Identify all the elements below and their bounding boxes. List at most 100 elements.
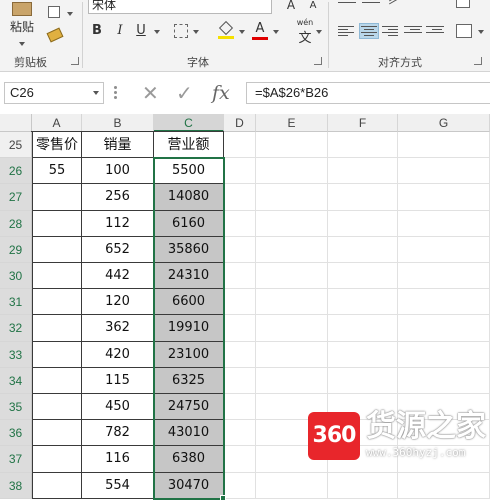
row-header-35[interactable]: 35 bbox=[0, 394, 32, 421]
row-header-25[interactable]: 25 bbox=[0, 132, 32, 159]
italic-button[interactable]: I bbox=[114, 22, 126, 40]
cell-c26[interactable]: 5500 bbox=[154, 158, 224, 185]
cell-f27[interactable] bbox=[328, 184, 398, 211]
copy-dropdown-icon[interactable] bbox=[67, 12, 73, 16]
cell-f34[interactable] bbox=[328, 367, 398, 394]
cell-d30[interactable] bbox=[224, 263, 256, 290]
name-box-dropdown-icon[interactable] bbox=[93, 91, 99, 95]
align-right-button[interactable] bbox=[382, 24, 400, 38]
align-top-button[interactable] bbox=[338, 0, 356, 8]
cell-b28[interactable]: 112 bbox=[82, 210, 154, 237]
cell-f30[interactable] bbox=[328, 263, 398, 290]
cell-d37[interactable] bbox=[224, 446, 256, 473]
insert-function-icon[interactable]: fx bbox=[212, 82, 230, 104]
row-header-27[interactable]: 27 bbox=[0, 184, 32, 211]
cell-c27[interactable]: 14080 bbox=[154, 184, 224, 211]
font-color-dropdown-icon[interactable] bbox=[273, 30, 279, 34]
row-header-36[interactable]: 36 bbox=[0, 420, 32, 447]
grow-font-button[interactable]: A bbox=[284, 0, 298, 14]
cell-b26[interactable]: 100 bbox=[82, 158, 154, 185]
cell-c33[interactable]: 23100 bbox=[154, 341, 224, 368]
name-box[interactable]: C26 bbox=[4, 82, 104, 104]
cell-a36[interactable] bbox=[32, 420, 82, 447]
cell-d32[interactable] bbox=[224, 315, 256, 342]
cell-g28[interactable] bbox=[398, 210, 490, 237]
alignment-dialog-launcher[interactable] bbox=[474, 57, 482, 65]
row-header-31[interactable]: 31 bbox=[0, 289, 32, 316]
align-center-button[interactable] bbox=[359, 23, 379, 39]
cell-g27[interactable] bbox=[398, 184, 490, 211]
header-cell-a[interactable]: 零售价 bbox=[32, 132, 82, 159]
cell-f33[interactable] bbox=[328, 341, 398, 368]
cell-c35[interactable]: 24750 bbox=[154, 394, 224, 421]
cell-a37[interactable] bbox=[32, 446, 82, 473]
cell-g26[interactable] bbox=[398, 158, 490, 185]
cell-d38[interactable] bbox=[224, 472, 256, 499]
column-header-e[interactable]: E bbox=[256, 114, 328, 132]
column-header-f[interactable]: F bbox=[328, 114, 398, 132]
cell-b30[interactable]: 442 bbox=[82, 263, 154, 290]
cell-c37[interactable]: 6380 bbox=[154, 446, 224, 473]
row-header-38[interactable]: 38 bbox=[0, 472, 32, 499]
cell-a29[interactable] bbox=[32, 236, 82, 263]
cell-e33[interactable] bbox=[256, 341, 328, 368]
cell-c28[interactable]: 6160 bbox=[154, 210, 224, 237]
clipboard-dialog-launcher[interactable] bbox=[71, 57, 79, 65]
cell-e34[interactable] bbox=[256, 367, 328, 394]
cell-b34[interactable]: 115 bbox=[82, 367, 154, 394]
underline-button[interactable]: U bbox=[134, 22, 148, 40]
bold-button[interactable]: B bbox=[90, 22, 104, 40]
cell-f25[interactable] bbox=[328, 132, 398, 159]
row-header-30[interactable]: 30 bbox=[0, 263, 32, 290]
cell-g31[interactable] bbox=[398, 289, 490, 316]
increase-indent-button[interactable] bbox=[426, 24, 444, 38]
header-cell-b[interactable]: 销量 bbox=[82, 132, 154, 159]
row-header-33[interactable]: 33 bbox=[0, 341, 32, 368]
row-header-29[interactable]: 29 bbox=[0, 236, 32, 263]
cell-e32[interactable] bbox=[256, 315, 328, 342]
cell-a33[interactable] bbox=[32, 341, 82, 368]
row-header-26[interactable]: 26 bbox=[0, 158, 32, 185]
cell-b37[interactable]: 116 bbox=[82, 446, 154, 473]
shrink-font-button[interactable]: A bbox=[306, 0, 320, 15]
cell-a32[interactable] bbox=[32, 315, 82, 342]
cell-e26[interactable] bbox=[256, 158, 328, 185]
borders-icon[interactable] bbox=[174, 24, 188, 38]
cell-b36[interactable]: 782 bbox=[82, 420, 154, 447]
row-header-34[interactable]: 34 bbox=[0, 367, 32, 394]
cell-c29[interactable]: 35860 bbox=[154, 236, 224, 263]
cell-d35[interactable] bbox=[224, 394, 256, 421]
row-header-32[interactable]: 32 bbox=[0, 315, 32, 342]
cell-d36[interactable] bbox=[224, 420, 256, 447]
align-middle-button[interactable] bbox=[362, 0, 380, 8]
cell-f31[interactable] bbox=[328, 289, 398, 316]
cell-c38[interactable]: 30470 bbox=[154, 472, 224, 499]
cell-d34[interactable] bbox=[224, 367, 256, 394]
decrease-indent-button[interactable] bbox=[404, 24, 422, 38]
wrap-text-icon[interactable] bbox=[456, 0, 470, 8]
cell-f32[interactable] bbox=[328, 315, 398, 342]
cell-d31[interactable] bbox=[224, 289, 256, 316]
cell-a34[interactable] bbox=[32, 367, 82, 394]
fill-handle[interactable] bbox=[220, 494, 226, 501]
cell-e31[interactable] bbox=[256, 289, 328, 316]
cell-a31[interactable] bbox=[32, 289, 82, 316]
merge-center-icon[interactable] bbox=[456, 24, 472, 38]
orientation-button[interactable] bbox=[388, 0, 406, 8]
column-header-g[interactable]: G bbox=[398, 114, 490, 132]
column-header-b[interactable]: B bbox=[82, 114, 154, 132]
header-cell-c[interactable]: 营业额 bbox=[154, 132, 224, 159]
cell-c32[interactable]: 19910 bbox=[154, 315, 224, 342]
cell-e38[interactable] bbox=[256, 472, 328, 499]
cell-f29[interactable] bbox=[328, 236, 398, 263]
cell-b33[interactable]: 420 bbox=[82, 341, 154, 368]
cell-e28[interactable] bbox=[256, 210, 328, 237]
format-painter-icon[interactable] bbox=[46, 27, 64, 43]
cell-f26[interactable] bbox=[328, 158, 398, 185]
cell-d26[interactable] bbox=[224, 158, 256, 185]
cell-b31[interactable]: 120 bbox=[82, 289, 154, 316]
phonetic-dropdown-icon[interactable] bbox=[316, 30, 322, 34]
cell-d28[interactable] bbox=[224, 210, 256, 237]
column-header-d[interactable]: D bbox=[224, 114, 256, 132]
formula-bar-grip[interactable] bbox=[114, 86, 117, 100]
